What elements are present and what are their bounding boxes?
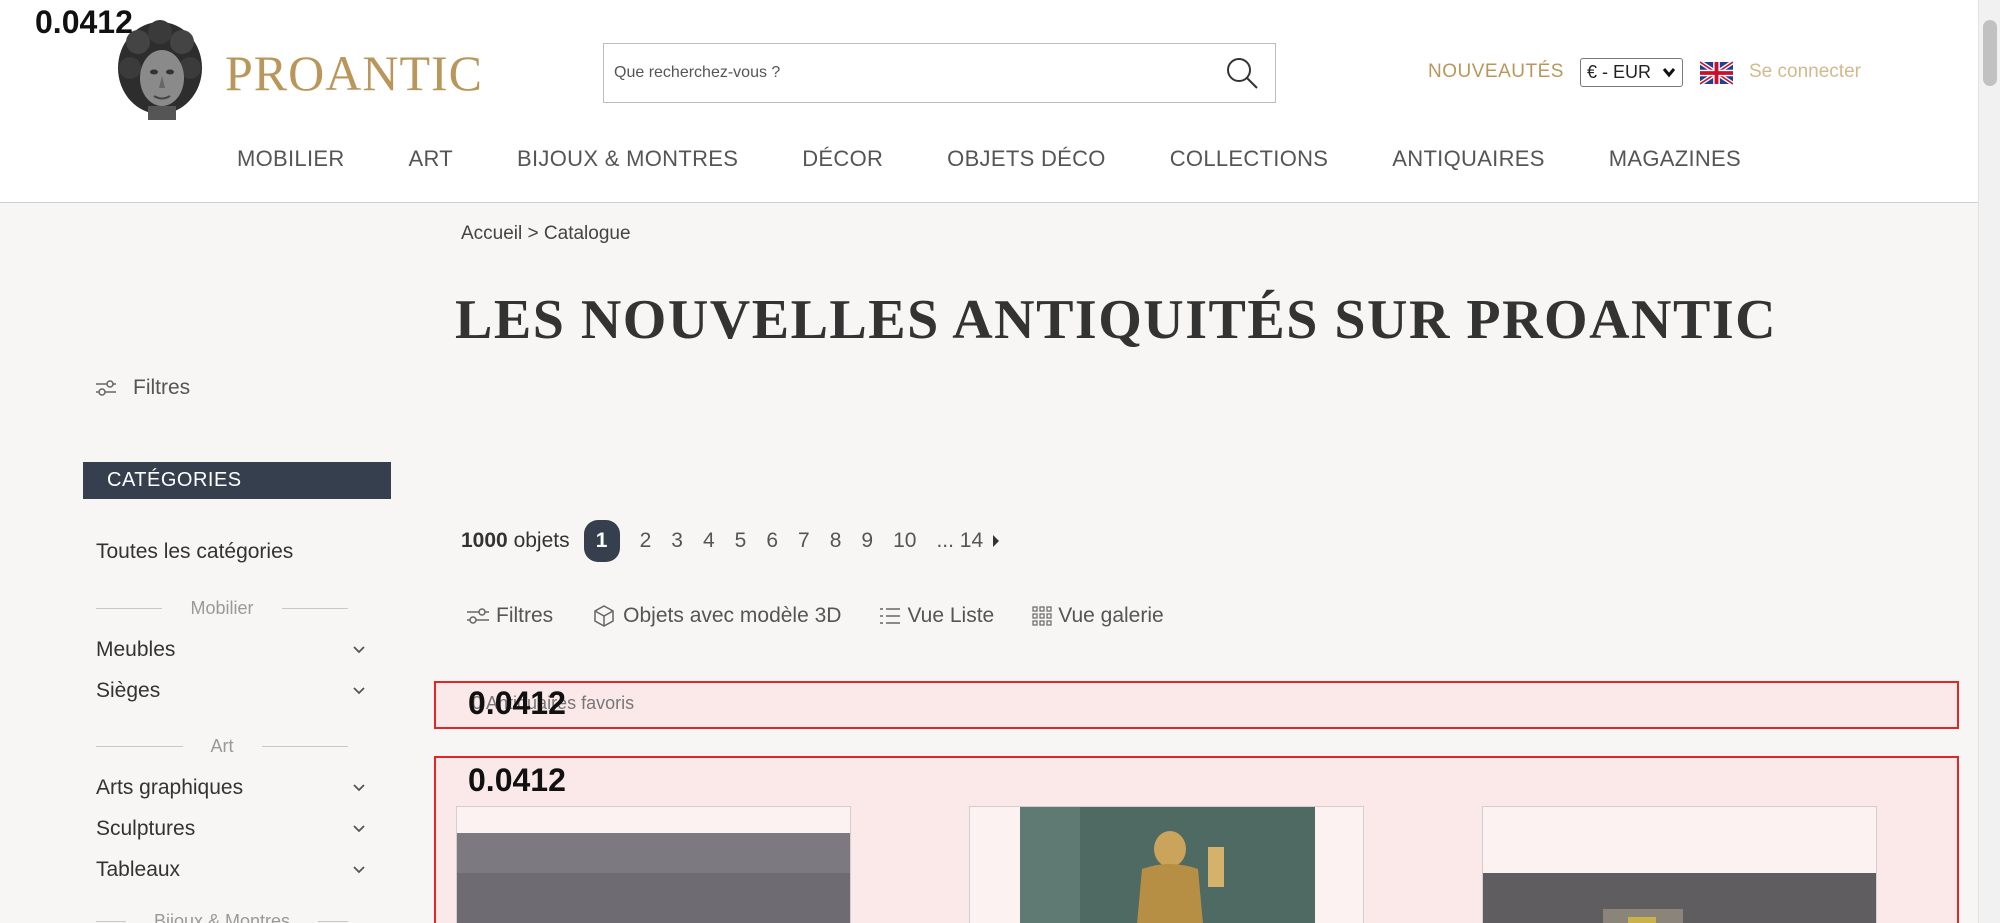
chevron-down-icon[interactable] — [352, 824, 366, 834]
objects-3d-toggle[interactable]: Objets avec modèle 3D — [591, 603, 841, 629]
group-separator-art: Art — [96, 735, 349, 757]
next-page-icon[interactable] — [991, 533, 1001, 549]
objects-3d-label: Objets avec modèle 3D — [623, 604, 842, 627]
page-link-7[interactable]: 7 — [798, 529, 810, 553]
product-image[interactable] — [970, 807, 1364, 923]
chevron-down-icon[interactable] — [352, 645, 366, 655]
categories-header: CATÉGORIES — [83, 462, 391, 499]
group-separator-mobilier: Mobilier — [96, 597, 348, 619]
results-count: 1000 objets — [461, 529, 570, 553]
page-link-4[interactable]: 4 — [703, 529, 715, 553]
breadcrumb: Accueil > Catalogue — [461, 223, 631, 245]
nav-item-antiquaires[interactable]: ANTIQUAIRES — [1360, 146, 1576, 180]
search-bar — [603, 43, 1276, 103]
brand-logo-text[interactable]: PROANTIC — [225, 44, 483, 102]
results-count-number: 1000 — [461, 529, 508, 552]
breadcrumb-current[interactable]: Catalogue — [544, 223, 631, 244]
sidebar-filters-button[interactable]: Filtres — [95, 376, 190, 400]
sidebar-item-label: Sièges — [96, 679, 161, 702]
nav-item-collections[interactable]: COLLECTIONS — [1138, 146, 1361, 180]
search-input[interactable] — [614, 44, 1204, 102]
nav-item-mobilier[interactable]: MOBILIER — [205, 146, 377, 180]
sidebar-item-label: Arts graphiques — [96, 776, 244, 799]
page-link-6[interactable]: 6 — [766, 529, 778, 553]
nav-item-magazines[interactable]: MAGAZINES — [1577, 146, 1773, 180]
page-link-10[interactable]: 10 — [893, 529, 916, 553]
currency-select[interactable]: € - EUR — [1580, 58, 1683, 87]
score-overlay: 0.0412 — [35, 4, 133, 40]
site-header: 0.0412 PROANTIC NOUVEAUTÉS € - EUR Se co… — [0, 0, 1978, 203]
sidebar-item-sculptures[interactable]: Sculptures — [96, 817, 366, 841]
pagination: 1000 objets 1 2 3 4 5 6 7 8 9 10 ... 14 — [461, 520, 1001, 562]
group-separator-bijoux: Bijoux & Montres — [96, 910, 348, 923]
main-nav: MOBILIER ART BIJOUX & MONTRES DÉCOR OBJE… — [0, 146, 1978, 180]
new-arrivals-link[interactable]: NOUVEAUTÉS — [1428, 61, 1564, 83]
login-link[interactable]: Se connecter — [1749, 61, 1861, 83]
score-overlay: 0.0412 — [468, 762, 566, 798]
nav-item-decor[interactable]: DÉCOR — [770, 146, 915, 180]
all-categories-link[interactable]: Toutes les catégories — [96, 540, 293, 564]
page-scrollbar[interactable] — [1978, 0, 2000, 923]
nav-item-bijoux-montres[interactable]: BIJOUX & MONTRES — [485, 146, 770, 180]
page-link-8[interactable]: 8 — [830, 529, 842, 553]
filter-sliders-icon — [96, 380, 116, 396]
product-image[interactable] — [457, 833, 851, 923]
sidebar-item-meubles[interactable]: Meubles — [96, 638, 366, 662]
gallery-view-label: Vue galerie — [1058, 604, 1164, 627]
cube-3d-icon — [594, 605, 614, 627]
sidebar-item-label: Meubles — [96, 638, 176, 661]
sidebar-item-arts-graphiques[interactable]: Arts graphiques — [96, 776, 366, 800]
product-card[interactable] — [1482, 806, 1877, 923]
favorite-dealers-box[interactable]: 0 Antiquaires favoris 0.0412 — [434, 681, 1959, 729]
product-card[interactable] — [969, 806, 1364, 923]
chevron-down-icon — [1662, 68, 1676, 78]
page-link-5[interactable]: 5 — [735, 529, 747, 553]
gallery-grid-icon — [1032, 606, 1052, 626]
uk-flag-icon[interactable] — [1700, 61, 1733, 85]
product-grid: 0.0412 — [434, 756, 1959, 923]
group-title: Bijoux & Montres — [153, 910, 291, 923]
sidebar-item-label: Tableaux — [96, 858, 181, 881]
gallery-view-button[interactable]: Vue galerie — [1032, 603, 1164, 629]
page-link-3[interactable]: 3 — [671, 529, 683, 553]
sidebar-item-label: Sculptures — [96, 817, 196, 840]
page-title: LES NOUVELLES ANTIQUITÉS SUR PROANTIC — [455, 289, 1778, 351]
currency-value: € - EUR — [1587, 62, 1652, 82]
search-icon[interactable] — [1225, 56, 1259, 90]
filter-sliders-icon — [467, 608, 489, 624]
nav-item-art[interactable]: ART — [377, 146, 486, 180]
group-title: Mobilier — [190, 597, 254, 618]
results-count-label: objets — [513, 529, 570, 552]
scrollbar-thumb[interactable] — [1983, 20, 1997, 86]
page-link-2[interactable]: 2 — [640, 529, 652, 553]
chevron-down-icon[interactable] — [352, 865, 366, 875]
product-image[interactable] — [1483, 873, 1877, 923]
page-link-last[interactable]: ... 14 — [936, 529, 983, 553]
chevron-down-icon[interactable] — [352, 686, 366, 696]
product-card[interactable] — [456, 806, 851, 923]
group-title: Art — [210, 735, 234, 756]
results-toolbar: Filtres Objets avec modèle 3D Vue Liste — [466, 603, 1164, 629]
page-link-1[interactable]: 1 — [583, 520, 620, 562]
sidebar-item-sieges[interactable]: Sièges — [96, 679, 366, 703]
breadcrumb-separator: > — [527, 223, 539, 244]
chevron-down-icon[interactable] — [352, 783, 366, 793]
page-link-9[interactable]: 9 — [861, 529, 873, 553]
toolbar-filters-label: Filtres — [496, 604, 554, 627]
toolbar-filters-button[interactable]: Filtres — [466, 603, 553, 629]
sidebar-item-tableaux[interactable]: Tableaux — [96, 858, 366, 882]
sidebar-filters-label: Filtres — [133, 376, 191, 399]
nav-item-objets-deco[interactable]: OBJETS DÉCO — [915, 146, 1138, 180]
score-overlay: 0.0412 — [468, 685, 566, 721]
breadcrumb-home[interactable]: Accueil — [461, 223, 522, 244]
list-view-icon — [880, 608, 901, 624]
list-view-label: Vue Liste — [907, 604, 995, 627]
list-view-button[interactable]: Vue Liste — [879, 603, 994, 629]
